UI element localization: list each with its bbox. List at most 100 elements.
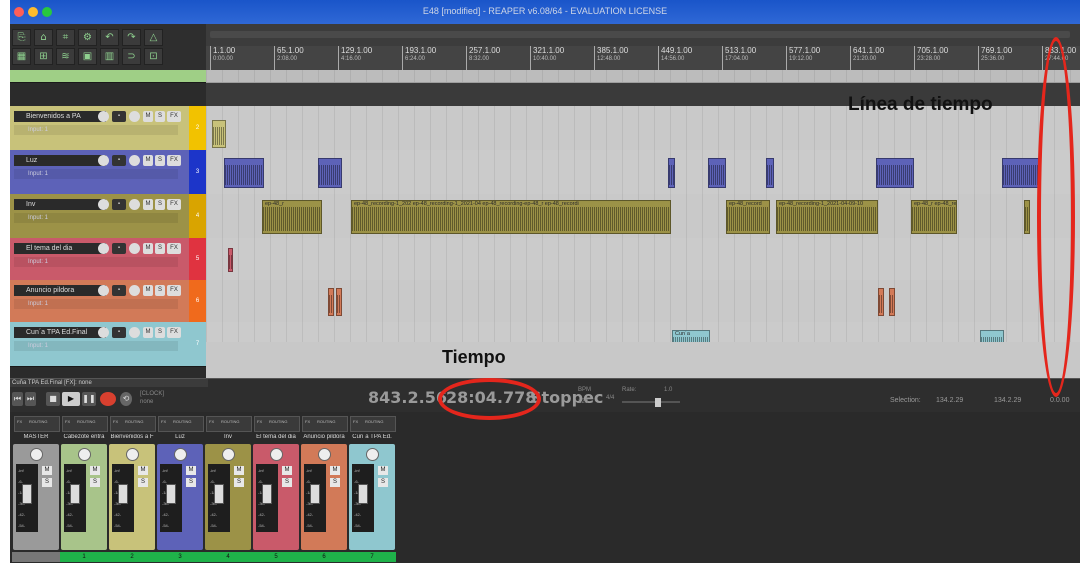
media-item[interactable]: ep-48_r xyxy=(262,200,322,234)
volume-fader[interactable] xyxy=(262,484,272,504)
track-input-select[interactable]: Input: 1 xyxy=(14,169,178,179)
solo-button[interactable]: S xyxy=(155,199,165,210)
routing-label[interactable]: ROUTING xyxy=(269,419,287,424)
track-input-select[interactable]: Input: 1 xyxy=(14,125,178,135)
media-item[interactable] xyxy=(224,158,264,188)
mixer-strip[interactable]: FXROUTINGCabezote entra-inf-6--18--30--4… xyxy=(60,414,108,562)
fx-insert-box[interactable]: FX ROUTING xyxy=(302,416,348,432)
volume-knob-icon[interactable] xyxy=(98,243,109,254)
pan-knob-icon[interactable] xyxy=(78,448,91,461)
volume-knob-icon[interactable] xyxy=(98,111,109,122)
loop-icon[interactable]: ⊃ xyxy=(122,48,141,65)
volume-knob-icon[interactable] xyxy=(98,199,109,210)
track-header[interactable]: Cun´a TPA Ed.Final ▪ M S FX Input: 1 7 xyxy=(10,322,206,367)
track-lane[interactable] xyxy=(206,150,1080,195)
repeat-button[interactable]: ⟲ xyxy=(120,392,132,406)
scroll-thumb[interactable] xyxy=(210,31,1070,38)
pan-knob-icon[interactable] xyxy=(126,448,139,461)
track-name[interactable]: Anuncio pildora xyxy=(14,285,106,296)
solo-button[interactable]: S xyxy=(90,478,100,487)
fx-label[interactable]: FX xyxy=(353,419,358,424)
volume-fader[interactable] xyxy=(214,484,224,504)
solo-button[interactable]: S xyxy=(155,243,165,254)
save-project-icon[interactable]: ⌗ xyxy=(56,29,75,46)
ripple-icon[interactable]: ≋ xyxy=(56,48,75,65)
rate-slider-handle[interactable] xyxy=(655,398,661,407)
mixer-strip[interactable]: FXROUTINGLuz-inf-6--18--30--42--54-MS3 xyxy=(156,414,204,562)
mute-button[interactable]: M xyxy=(143,111,153,122)
media-item[interactable] xyxy=(212,120,226,148)
fx-button[interactable]: FX xyxy=(167,199,181,210)
env-button[interactable]: ▪ xyxy=(112,327,126,338)
volume-fader[interactable] xyxy=(310,484,320,504)
media-item[interactable] xyxy=(336,288,342,316)
fx-label[interactable]: FX xyxy=(305,419,310,424)
mute-button[interactable]: M xyxy=(143,285,153,296)
track-input-select[interactable]: Input: 1 xyxy=(14,299,178,309)
track-name[interactable]: Luz xyxy=(14,155,106,166)
media-item[interactable]: ep-48_record xyxy=(726,200,770,234)
routing-label[interactable]: ROUTING xyxy=(365,419,383,424)
grid-icon[interactable]: ▦ xyxy=(12,48,31,65)
fx-label[interactable]: FX xyxy=(209,419,214,424)
track-name[interactable]: Inv xyxy=(14,199,106,210)
track-header[interactable]: Bienvenidos a PA ▪ M S FX Input: 1 2 xyxy=(10,106,206,151)
media-item[interactable] xyxy=(328,288,334,316)
fx-label[interactable]: FX xyxy=(113,419,118,424)
media-item[interactable]: ep-48_recording-1_2021-04-09-10 xyxy=(776,200,878,234)
track-lane[interactable]: ep-48_r ep-48_recording-1_202 ep-48_recor… xyxy=(206,194,1080,239)
solo-button[interactable]: S xyxy=(186,478,196,487)
open-project-icon[interactable]: ⌂ xyxy=(34,29,53,46)
volume-knob-icon[interactable] xyxy=(98,285,109,296)
fx-button[interactable]: FX xyxy=(167,243,181,254)
track-input-select[interactable]: Input: 1 xyxy=(14,341,178,351)
mute-button[interactable]: M xyxy=(234,466,244,475)
env-button[interactable]: ▪ xyxy=(112,199,126,210)
pan-knob-icon[interactable] xyxy=(222,448,235,461)
media-item[interactable] xyxy=(228,248,233,272)
phase-icon[interactable] xyxy=(129,155,140,166)
new-project-icon[interactable]: ⎘ xyxy=(12,29,31,46)
track-input-select[interactable]: Input: 1 xyxy=(14,257,178,267)
metronome-icon[interactable]: △ xyxy=(144,29,163,46)
mute-button[interactable]: M xyxy=(330,466,340,475)
mute-button[interactable]: M xyxy=(378,466,388,475)
track-name[interactable]: Bienvenidos a PA xyxy=(14,111,106,122)
mixer-strip[interactable]: FXROUTINGCun´a TPA Ed.-inf-6--18--30--42… xyxy=(348,414,396,562)
solo-button[interactable]: S xyxy=(155,327,165,338)
track-lane[interactable] xyxy=(206,280,1080,323)
fx-button[interactable]: FX xyxy=(167,327,181,338)
mute-button[interactable]: M xyxy=(138,466,148,475)
solo-button[interactable]: S xyxy=(138,478,148,487)
media-item[interactable] xyxy=(889,288,895,316)
track-input-select[interactable]: Input: 1 xyxy=(14,213,178,223)
media-item[interactable] xyxy=(708,158,726,188)
mute-button[interactable]: M xyxy=(143,327,153,338)
media-item[interactable] xyxy=(318,158,342,188)
phase-icon[interactable] xyxy=(129,285,140,296)
undo-icon[interactable]: ↶ xyxy=(100,29,119,46)
media-item[interactable] xyxy=(878,288,884,316)
mute-button[interactable]: M xyxy=(90,466,100,475)
snap-icon[interactable]: ⊞ xyxy=(34,48,53,65)
solo-button[interactable]: S xyxy=(282,478,292,487)
volume-fader[interactable] xyxy=(70,484,80,504)
fx-label[interactable]: FX xyxy=(17,419,22,424)
fx-insert-box[interactable]: FX ROUTING xyxy=(254,416,300,432)
phase-icon[interactable] xyxy=(129,111,140,122)
track-name[interactable]: El tema del dia xyxy=(14,243,106,254)
media-item[interactable] xyxy=(1002,158,1040,188)
track-header[interactable]: Inv ▪ M S FX Input: 1 4 xyxy=(10,194,206,239)
media-item[interactable] xyxy=(1024,200,1030,234)
mixer-strip[interactable]: FXROUTINGBienvenidos a F-inf-6--18--30--… xyxy=(108,414,156,562)
fx-button[interactable]: FX xyxy=(167,155,181,166)
media-item[interactable] xyxy=(766,158,774,188)
go-to-end-button[interactable]: ⏭ xyxy=(25,392,36,406)
media-item[interactable] xyxy=(668,158,675,188)
rate-slider-track[interactable] xyxy=(622,401,680,403)
volume-knob-icon[interactable] xyxy=(98,327,109,338)
media-item[interactable] xyxy=(876,158,914,188)
volume-fader[interactable] xyxy=(166,484,176,504)
mixer-strip[interactable]: FXROUTINGEl tema del dia-inf-6--18--30--… xyxy=(252,414,300,562)
fx-insert-box[interactable]: FX ROUTING xyxy=(62,416,108,432)
